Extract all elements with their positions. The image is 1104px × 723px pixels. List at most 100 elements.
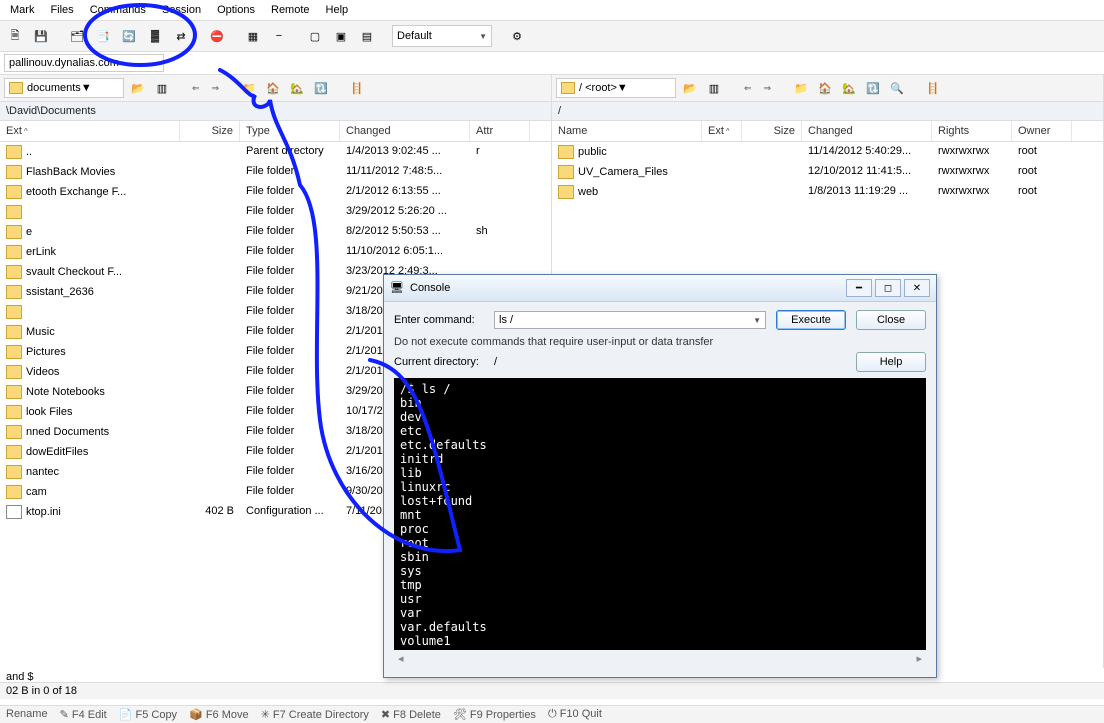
hint-mkdir[interactable]: ✳ F7 Create Directory: [261, 708, 369, 721]
tree-icon[interactable]: 🪜: [347, 78, 367, 98]
col-ext[interactable]: Ext^: [702, 121, 742, 141]
hint-props[interactable]: 🛠 F9 Properties: [453, 708, 536, 721]
table-row[interactable]: erLinkFile folder11/10/2012 6:05:1...: [0, 242, 551, 262]
folder-icon: [561, 82, 575, 94]
help-button[interactable]: Help: [856, 352, 926, 372]
col-rights[interactable]: Rights: [932, 121, 1012, 141]
hint-quit[interactable]: ⏻ F10 Quit: [548, 708, 602, 721]
table-row[interactable]: web1/8/2013 11:19:29 ...rwxrwxrwxroot: [552, 182, 1103, 202]
tree-icon[interactable]: 🪜: [923, 78, 943, 98]
refresh-pane-icon[interactable]: 🔃: [863, 78, 883, 98]
root-dir-icon[interactable]: 🏠: [263, 78, 283, 98]
col-name[interactable]: Name: [552, 121, 702, 141]
filter-icon[interactable]: ▥: [704, 78, 724, 98]
tool-sel1-icon[interactable]: ▢: [304, 25, 326, 47]
scroll-left-icon[interactable]: ◂: [398, 652, 404, 665]
col-owner[interactable]: Owner: [1012, 121, 1072, 141]
fkey-hint-bar: Rename ✎ F4 Edit 📄 F5 Copy 📦 F6 Move ✳ F…: [0, 705, 1104, 723]
root-dir-icon[interactable]: 🏠: [815, 78, 835, 98]
tool-stop-icon[interactable]: ⛔: [206, 25, 228, 47]
tool-grid-icon[interactable]: ▦: [242, 25, 264, 47]
folder-icon: [6, 465, 22, 479]
table-row[interactable]: UV_Camera_Files12/10/2012 11:41:5...rwxr…: [552, 162, 1103, 182]
tool-settings-icon[interactable]: ⚙: [506, 25, 528, 47]
folder-icon: [6, 205, 22, 219]
remote-path: /: [552, 102, 1103, 121]
find-icon[interactable]: 🔍: [887, 78, 907, 98]
tool-refresh-icon[interactable]: 🔄: [118, 25, 140, 47]
console-note: Do not execute commands that require use…: [394, 336, 926, 348]
menu-help[interactable]: Help: [320, 2, 355, 18]
hint-move[interactable]: 📦 F6 Move: [189, 708, 249, 721]
tool-sel3-icon[interactable]: ▤: [356, 25, 378, 47]
address-input[interactable]: [4, 54, 164, 72]
menu-session[interactable]: Session: [156, 2, 207, 18]
scroll-right-icon[interactable]: ▸: [916, 652, 922, 665]
open-folder-icon[interactable]: 📂: [128, 78, 148, 98]
remote-header: Name Ext^ Size Changed Rights Owner: [552, 121, 1103, 142]
tool-save-icon[interactable]: 💾: [30, 25, 52, 47]
menu-options[interactable]: Options: [211, 2, 261, 18]
table-row[interactable]: File folder3/29/2012 5:26:20 ...: [0, 202, 551, 222]
tool-new-icon[interactable]: 🗎: [4, 25, 26, 47]
transfer-preset-dropdown[interactable]: Default ▼: [392, 25, 492, 47]
col-ext[interactable]: Ext^: [0, 121, 180, 141]
table-row[interactable]: eFile folder8/2/2012 5:50:53 ...sh: [0, 222, 551, 242]
filter-icon[interactable]: ▥: [152, 78, 172, 98]
enter-command-label: Enter command:: [394, 314, 484, 326]
maximize-button[interactable]: ◻: [875, 279, 901, 297]
col-attr[interactable]: Attr: [470, 121, 530, 141]
curdir-label: Current directory:: [394, 356, 484, 368]
close-button[interactable]: Close: [856, 310, 926, 330]
command-input[interactable]: ls / ▼: [494, 311, 766, 329]
home-icon[interactable]: 🏡: [287, 78, 307, 98]
col-changed[interactable]: Changed: [340, 121, 470, 141]
local-drive-selector[interactable]: documents ▼: [4, 78, 124, 98]
open-folder-icon[interactable]: 📂: [680, 78, 700, 98]
menu-files[interactable]: Files: [44, 2, 79, 18]
col-type[interactable]: Type: [240, 121, 340, 141]
hint-copy[interactable]: 📄 F5 Copy: [119, 708, 177, 721]
remote-drive-selector[interactable]: / <root> ▼: [556, 78, 676, 98]
hint-delete[interactable]: ✖ F8 Delete: [381, 708, 441, 721]
console-titlebar[interactable]: 🖥 Console ━ ◻ ✕: [384, 275, 936, 302]
table-row[interactable]: etooth Exchange F...File folder2/1/2012 …: [0, 182, 551, 202]
folder-icon: [558, 145, 574, 159]
tool-minus-icon[interactable]: −: [268, 25, 290, 47]
chevron-down-icon: ▼: [479, 32, 487, 41]
refresh-pane-icon[interactable]: 🔃: [311, 78, 331, 98]
minimize-button[interactable]: ━: [846, 279, 872, 297]
table-row[interactable]: FlashBack MoviesFile folder11/11/2012 7:…: [0, 162, 551, 182]
tool-copy-icon[interactable]: 📑: [92, 25, 114, 47]
folder-icon: [6, 345, 22, 359]
parent-dir-icon[interactable]: 📁: [791, 78, 811, 98]
menu-commands[interactable]: Commands: [84, 2, 152, 18]
command-input-value: ls /: [499, 314, 513, 326]
hint-edit[interactable]: ✎ F4 Edit: [60, 708, 107, 721]
nav-fwd-icon[interactable]: ⇒: [760, 83, 776, 94]
menu-mark[interactable]: Mark: [4, 2, 40, 18]
nav-back-icon[interactable]: ⇐: [740, 83, 756, 94]
col-changed[interactable]: Changed: [802, 121, 932, 141]
nav-back-icon[interactable]: ⇐: [188, 83, 204, 94]
ini-icon: [6, 505, 22, 519]
console-output[interactable]: /$ ls / bin dev etc etc.defaults initrd …: [394, 378, 926, 650]
table-row[interactable]: ..Parent directory1/4/2013 9:02:45 ...r: [0, 142, 551, 162]
close-x-button[interactable]: ✕: [904, 279, 930, 297]
menu-remote[interactable]: Remote: [265, 2, 316, 18]
curdir-value: /: [494, 356, 846, 368]
home-icon[interactable]: 🏡: [839, 78, 859, 98]
hint-rename[interactable]: Rename: [6, 708, 48, 721]
col-size[interactable]: Size: [742, 121, 802, 141]
col-size[interactable]: Size: [180, 121, 240, 141]
nav-fwd-icon[interactable]: ⇒: [208, 83, 224, 94]
tool-sync-icon[interactable]: 🗂: [66, 25, 88, 47]
tool-queue-icon[interactable]: ▓: [144, 25, 166, 47]
parent-dir-icon[interactable]: 📁: [239, 78, 259, 98]
execute-button[interactable]: Execute: [776, 310, 846, 330]
local-pane-toolbar: documents ▼ 📂 ▥ ⇐ ⇒ 📁 🏠 🏡 🔃 🪜: [0, 75, 551, 102]
tool-sel2-icon[interactable]: ▣: [330, 25, 352, 47]
folder-icon: [6, 265, 22, 279]
table-row[interactable]: public11/14/2012 5:40:29...rwxrwxrwxroot: [552, 142, 1103, 162]
tool-transfer-icon[interactable]: ⇄: [170, 25, 192, 47]
